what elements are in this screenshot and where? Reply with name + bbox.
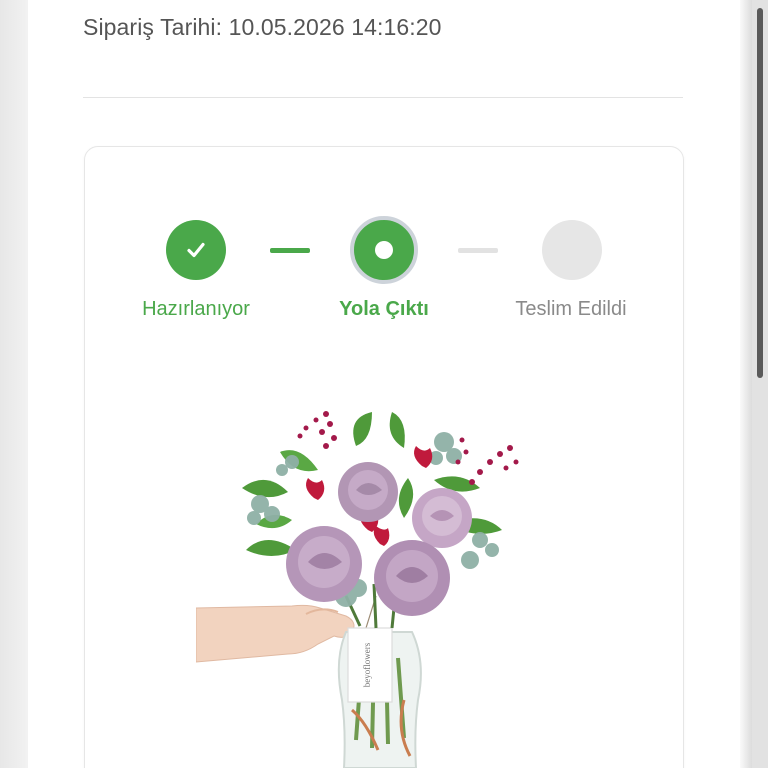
product-image: beyoflowers <box>196 411 519 768</box>
step-label-preparing: Hazırlanıyor <box>142 298 250 320</box>
red-berries <box>297 411 519 485</box>
step-preparing-indicator <box>166 220 226 280</box>
step-on-the-way-indicator <box>350 216 418 284</box>
svg-text:beyoflowers: beyoflowers <box>362 642 372 687</box>
check-icon <box>187 242 205 258</box>
progress-connector-pending <box>458 248 498 253</box>
active-dot-icon <box>375 241 393 259</box>
step-label-delivered: Teslim Edildi <box>515 298 627 320</box>
hand-arm <box>196 604 355 663</box>
divider <box>83 97 683 98</box>
order-date: Sipariş Tarihi: 10.05.2026 14:16:20 <box>83 14 442 40</box>
progress-connector-completed <box>270 248 310 253</box>
scrollbar-thumb[interactable] <box>757 8 763 378</box>
step-delivered-indicator <box>542 220 602 280</box>
step-label-on-the-way: Yola Çıktı <box>339 298 429 320</box>
